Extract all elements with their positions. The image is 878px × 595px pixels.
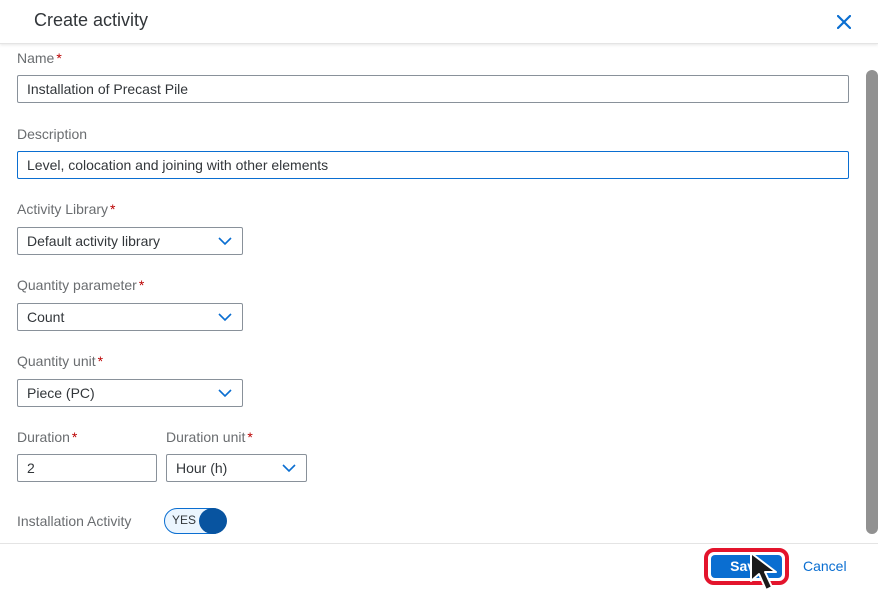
required-marker: * (97, 353, 104, 369)
quantity-unit-value: Piece (PC) (27, 385, 95, 401)
mouse-pointer-icon (750, 552, 777, 591)
quantity-unit-select[interactable]: Piece (PC) (17, 379, 243, 407)
required-marker: * (56, 50, 62, 66)
name-input[interactable]: Installation of Precast Pile (17, 75, 849, 103)
chevron-down-icon (218, 313, 232, 322)
switch-state-text: YES (172, 513, 197, 527)
close-button[interactable] (832, 10, 856, 34)
chevron-down-icon (218, 237, 232, 246)
chevron-down-icon (218, 389, 232, 398)
installation-activity-label-text: Installation Activity (17, 513, 132, 529)
duration-input[interactable]: 2 (17, 454, 157, 482)
duration-label: Duration * (17, 429, 77, 445)
quantity-parameter-value: Count (27, 309, 65, 325)
required-marker: * (110, 201, 116, 217)
scrollbar-thumb[interactable] (866, 70, 878, 534)
activity-library-select[interactable]: Default activity library (17, 227, 243, 255)
duration-unit-label-text: Duration unit (166, 429, 246, 445)
chevron-down-icon (282, 464, 296, 473)
activity-library-value: Default activity library (27, 233, 161, 249)
dialog-title: Create activity (34, 10, 149, 30)
description-label-text: Description (17, 126, 88, 142)
cancel-button[interactable]: Cancel (803, 558, 847, 574)
dialog-footer: Save Cancel (0, 543, 878, 593)
quantity-unit-label-text: Quantity unit (17, 353, 96, 369)
duration-unit-select[interactable]: Hour (h) (166, 454, 307, 482)
switch-knob (199, 508, 227, 534)
dialog-header: Create activity (0, 0, 878, 44)
dialog-content: Name * Installation of Precast Pile Descr… (0, 44, 862, 543)
description-label: Description (17, 126, 87, 142)
installation-activity-switch[interactable]: YES (164, 508, 227, 534)
quantity-parameter-label-text: Quantity parameter (17, 277, 137, 293)
duration-label-text: Duration (17, 429, 70, 445)
quantity-parameter-select[interactable]: Count (17, 303, 243, 331)
description-input[interactable]: Level, colocation and joining with other… (17, 151, 849, 179)
duration-input-value: 2 (27, 460, 35, 476)
name-label: Name * (17, 50, 62, 66)
name-label-text: Name (17, 50, 55, 66)
duration-unit-value: Hour (h) (176, 460, 228, 476)
quantity-parameter-label: Quantity parameter * (17, 277, 144, 293)
name-input-value: Installation of Precast Pile (27, 81, 189, 97)
required-marker: * (138, 277, 145, 293)
close-icon (837, 15, 851, 29)
required-marker: * (247, 429, 253, 445)
required-marker: * (71, 429, 78, 445)
installation-activity-label: Installation Activity (17, 513, 131, 529)
duration-unit-label: Duration unit * (166, 429, 253, 445)
activity-library-label: Activity Library * (17, 201, 115, 217)
description-input-value: Level, colocation and joining with other… (27, 157, 329, 173)
activity-library-label-text: Activity Library (17, 201, 109, 217)
quantity-unit-label: Quantity unit * (17, 353, 103, 369)
